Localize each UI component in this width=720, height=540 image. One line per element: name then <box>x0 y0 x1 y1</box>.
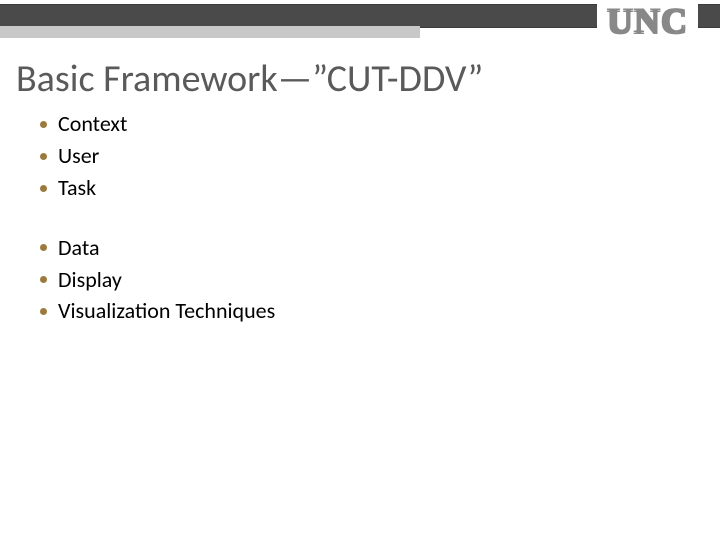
bullet-item: Visualization Techniques <box>40 295 720 327</box>
bullet-item: Display <box>40 264 720 296</box>
bullet-item: Context <box>40 108 720 140</box>
logo: UNC <box>597 0 698 42</box>
bullet-group-1: Context User Task <box>40 108 720 204</box>
bullet-item: User <box>40 140 720 172</box>
header-gray-strip <box>0 26 420 38</box>
header-bar: UNC <box>0 0 720 42</box>
bullet-item: Data <box>40 232 720 264</box>
bullet-group-2: Data Display Visualization Techniques <box>40 232 720 328</box>
slide-title: Basic Framework—”CUT-DDV” <box>16 56 720 102</box>
bullet-item: Task <box>40 172 720 204</box>
logo-text: UNC <box>607 0 688 42</box>
